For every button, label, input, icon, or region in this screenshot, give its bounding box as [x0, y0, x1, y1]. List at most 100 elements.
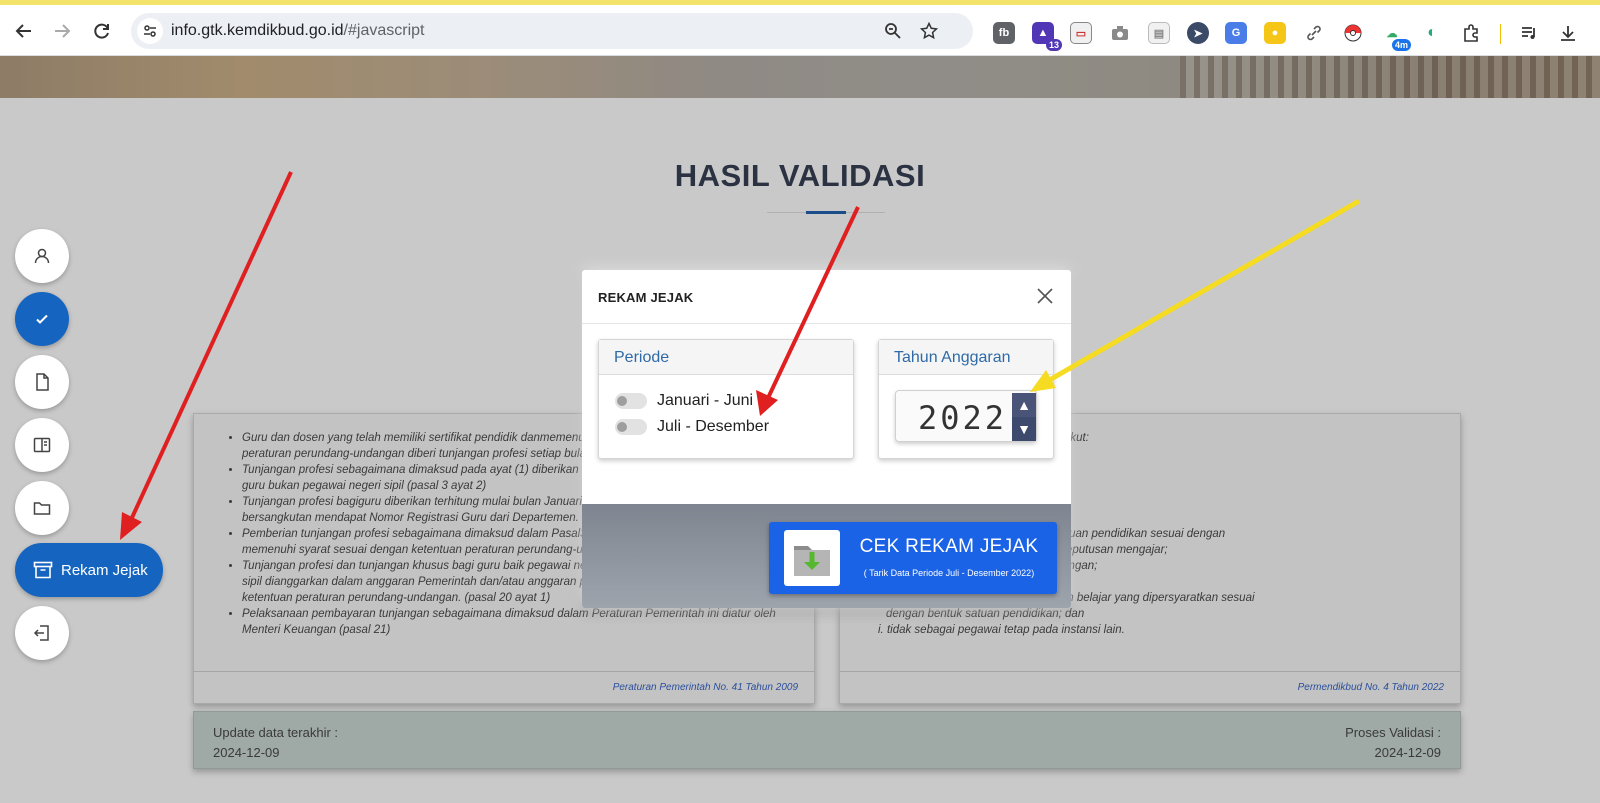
extension-badge-timer: 4m: [1391, 39, 1411, 51]
triangle-down-icon: ▼: [1017, 421, 1031, 437]
close-icon: [1037, 288, 1053, 304]
cek-button-subtitle: ( Tarik Data Periode Juli - Desember 202…: [863, 568, 1035, 578]
lightbulb-icon: ●: [1271, 27, 1279, 39]
extension-notes[interactable]: ▤: [1148, 22, 1170, 44]
archive-icon: [33, 561, 53, 579]
modal-close-button[interactable]: [1031, 282, 1059, 310]
extension-globe[interactable]: ◐: [1421, 22, 1443, 44]
list-item: dengan bentuk satuan pendidikan; dan: [886, 608, 1085, 620]
extension-keep[interactable]: ●: [1264, 22, 1286, 44]
cek-rekam-jejak-button[interactable]: CEK REKAM JEJAK ( Tarik Data Periode Jul…: [769, 522, 1057, 594]
extension-pokeball[interactable]: [1342, 22, 1364, 44]
validation-label: Proses Validasi :: [1345, 725, 1441, 740]
user-icon: [34, 248, 50, 264]
arrow-right-icon: [55, 24, 71, 38]
url-text: info.gtk.kemdikbud.go.id/#javascript: [171, 22, 424, 40]
logout-icon: [33, 625, 49, 641]
menu-rekam-jejak-label: Rekam Jejak: [61, 561, 148, 579]
cek-button-title: CEK REKAM JEJAK: [859, 536, 1039, 557]
bookmark-button[interactable]: [917, 19, 941, 43]
folder-download-icon: [784, 530, 840, 586]
periode-option-jul-des[interactable]: Juli - Desember: [615, 418, 769, 436]
folder-icon: [33, 502, 51, 515]
year-decrement-button[interactable]: ▼: [1012, 417, 1036, 441]
extension-screenshot[interactable]: [1109, 22, 1131, 44]
year-value: 2022: [918, 399, 1008, 437]
back-button[interactable]: [10, 17, 38, 45]
menu-folder-button[interactable]: [15, 481, 69, 535]
option-label: Juli - Desember: [657, 418, 770, 435]
media-controls-button[interactable]: [1518, 22, 1540, 44]
toggle-switch[interactable]: [615, 419, 647, 435]
url-path: /#javascript: [343, 22, 425, 39]
document-icon: [36, 373, 49, 391]
puzzle-icon: [1464, 24, 1478, 42]
year-increment-button[interactable]: ▲: [1012, 393, 1036, 417]
banner-pattern: [1180, 56, 1600, 98]
title-divider-accent: [806, 211, 846, 214]
forward-button[interactable]: [48, 17, 76, 45]
reload-button[interactable]: [88, 17, 116, 45]
periode-option-jan-jun[interactable]: Januari - Juni: [615, 392, 753, 410]
arrow-left-icon: [15, 24, 31, 38]
extension-academic[interactable]: ▲ 13: [1032, 22, 1062, 51]
list-item: i. tidak sebagai pegawai tetap pada inst…: [878, 624, 1125, 636]
extension-cursor[interactable]: ➤: [1187, 22, 1209, 44]
update-info: Update data terakhir : 2024-12-09: [213, 723, 338, 763]
menu-validation-button[interactable]: [15, 292, 69, 346]
globe-icon: ◐: [1427, 24, 1437, 41]
camera-icon: [1112, 26, 1128, 40]
page-title: HASIL VALIDASI: [674, 158, 926, 193]
modal-header: REKAM JEJAK: [582, 270, 1071, 324]
list-item: Pelaksanaan pembayaran tunjangan sebagai…: [242, 606, 794, 638]
periode-label: Periode: [599, 340, 853, 375]
graduation-cap-icon: ▲: [1037, 27, 1049, 39]
cursor-icon: ➤: [1193, 27, 1203, 40]
menu-profile-button[interactable]: [15, 229, 69, 283]
toggle-switch[interactable]: [615, 393, 647, 409]
menu-rekam-jejak-button[interactable]: Rekam Jejak: [15, 543, 163, 597]
browser-toolbar: info.gtk.kemdikbud.go.id/#javascript fb …: [0, 5, 1600, 56]
pokeball-icon: [1344, 24, 1362, 42]
year-spinner[interactable]: 2022 ▲ ▼: [895, 390, 1037, 442]
card-footer-source: Peraturan Pemerintah No. 41 Tahun 2009: [194, 671, 814, 703]
tahun-anggaran-panel: Tahun Anggaran 2022 ▲ ▼: [878, 339, 1054, 459]
check-icon: [36, 314, 48, 324]
menu-book-button[interactable]: [15, 418, 69, 472]
menu-document-button[interactable]: [15, 355, 69, 409]
address-bar[interactable]: info.gtk.kemdikbud.go.id/#javascript: [131, 13, 973, 49]
downloads-button[interactable]: [1557, 22, 1579, 44]
reload-icon: [94, 23, 109, 39]
star-icon: [920, 22, 938, 40]
tune-icon: [144, 25, 156, 37]
book-icon: [33, 437, 51, 453]
cloud-icon: ☁: [1386, 27, 1398, 40]
periode-panel: Periode Januari - Juni Juli - Desember: [598, 339, 854, 459]
validation-info: Proses Validasi : 2024-12-09: [1345, 723, 1441, 763]
rekam-jejak-modal: REKAM JEJAK Periode Januari - Juni Juli …: [582, 270, 1071, 608]
extension-link[interactable]: [1303, 22, 1325, 44]
toolbar-divider: [1500, 24, 1501, 44]
download-icon: [1561, 26, 1575, 41]
zoom-button[interactable]: [881, 19, 905, 43]
extension-tb[interactable]: fb: [993, 22, 1015, 44]
update-date: 2024-12-09: [213, 745, 280, 760]
modal-title: REKAM JEJAK: [598, 290, 694, 305]
extensions-menu[interactable]: [1460, 22, 1482, 44]
zoom-icon: [885, 23, 901, 39]
option-label: Januari - Juni: [657, 392, 754, 409]
header-banner-image: [0, 56, 1600, 98]
menu-logout-button[interactable]: [15, 606, 69, 660]
card-footer-source: Permendikbud No. 4 Tahun 2022: [840, 671, 1460, 703]
tahun-label: Tahun Anggaran: [879, 340, 1053, 375]
update-label: Update data terakhir :: [213, 725, 339, 740]
update-status-bar: Update data terakhir : 2024-12-09 Proses…: [193, 711, 1461, 769]
extension-timer[interactable]: ☁ 4m: [1381, 22, 1411, 51]
page-icon: ▤: [1153, 27, 1165, 40]
site-info-button[interactable]: [137, 18, 163, 44]
extension-cast[interactable]: ▭: [1070, 22, 1092, 44]
cast-icon: ▭: [1075, 27, 1087, 40]
extension-translate[interactable]: G: [1225, 22, 1247, 44]
validation-date: 2024-12-09: [1374, 745, 1442, 760]
translate-icon: G: [1231, 27, 1241, 39]
